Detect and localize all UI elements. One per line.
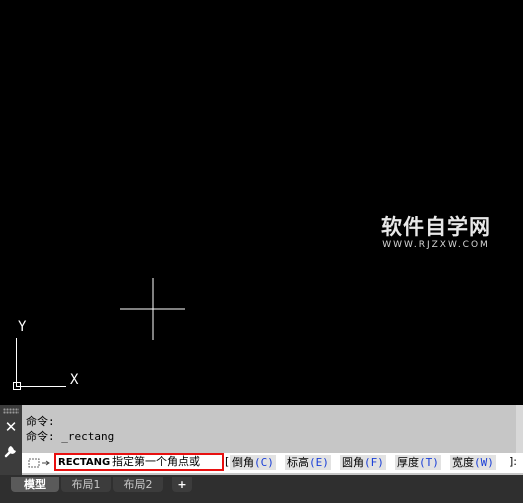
ucs-y-label: Y [18,319,27,335]
option-width[interactable]: 宽度(W) [450,455,496,470]
layout-tab-bar: 模型 布局1 布局2 + [0,475,523,503]
option-key: (F) [364,456,384,469]
command-line-panel: ✕ 命令: 命令: _rectang RECTANG 指定第一个角点或 [ 倒角… [0,405,523,475]
option-label: 宽度 [452,456,474,469]
ucs-icon [13,338,66,390]
ucs-x-label: X [70,372,79,388]
crosshair-cursor [120,278,185,340]
wrench-icon[interactable] [2,441,20,459]
option-key: (T) [419,456,439,469]
close-icon[interactable]: ✕ [3,419,19,435]
option-fillet[interactable]: 圆角(F) [340,455,386,470]
command-prompt-icon [28,458,50,468]
command-history: 命令: 命令: _rectang [26,414,506,444]
option-label: 倒角 [232,456,254,469]
history-line: 命令: _rectang [26,430,115,443]
command-panel-grip[interactable]: ✕ [0,405,22,475]
prompt-bracket-open: [ [225,455,230,468]
option-elevation[interactable]: 标高(E) [285,455,331,470]
option-key: (C) [254,456,274,469]
history-scrollbar[interactable] [516,405,523,453]
prompt-command: RECTANG [58,457,111,468]
grip-handle-icon[interactable] [3,408,19,414]
tab-model[interactable]: 模型 [11,477,59,492]
option-chamfer[interactable]: 倒角(C) [230,455,276,470]
option-thickness[interactable]: 厚度(T) [395,455,441,470]
history-line: 命令: [26,415,55,428]
tab-layout1[interactable]: 布局1 [61,477,111,492]
tab-layout2[interactable]: 布局2 [113,477,163,492]
option-label: 圆角 [342,456,364,469]
option-label: 标高 [287,456,309,469]
option-key: (W) [474,456,494,469]
add-layout-button[interactable]: + [172,477,192,492]
option-key: (E) [309,456,329,469]
drawing-canvas[interactable]: 软件自学网 WWW.RJZXW.COM Y X [0,0,523,405]
prompt-bracket-close: ]: [509,455,517,468]
option-label: 厚度 [397,456,419,469]
canvas-graphics [13,278,185,390]
prompt-text: 指定第一个角点或 [112,455,200,468]
command-input-row[interactable]: RECTANG 指定第一个角点或 [ 倒角(C) 标高(E) 圆角(F) 厚度(… [22,453,523,473]
